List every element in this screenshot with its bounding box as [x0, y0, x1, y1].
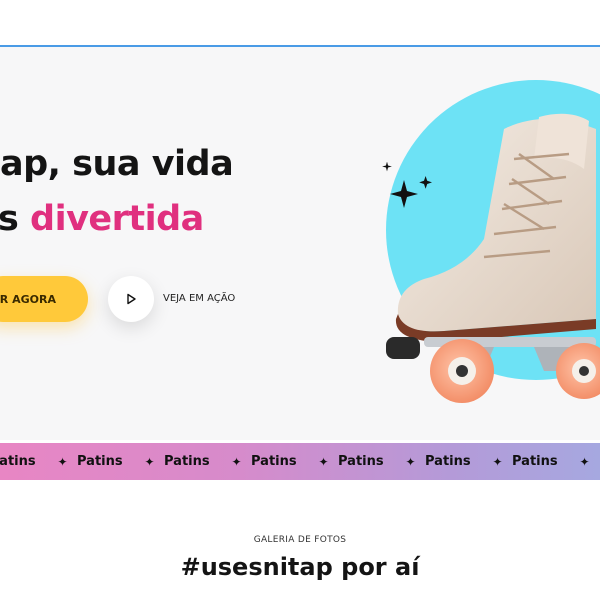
marquee-item: Patins ✦ — [77, 454, 164, 469]
marquee-word: Patins — [77, 454, 123, 469]
marquee-separator-icon: ✦ — [492, 454, 503, 469]
marquee-word: Patins — [512, 454, 558, 469]
marquee-item: Patins ✦ — [425, 454, 512, 469]
marquee-separator-icon: ✦ — [318, 454, 329, 469]
marquee-item: Patins ✦ — [338, 454, 425, 469]
page: ap, sua vida s divertida AR AGORA VEJA E… — [0, 0, 600, 600]
marquee-separator-icon: ✦ — [57, 454, 68, 469]
marquee-word: Patins — [251, 454, 297, 469]
marquee-item: Patins ✦ — [164, 454, 251, 469]
watch-video-button[interactable] — [108, 276, 154, 322]
play-icon — [127, 293, 136, 305]
hero-section: ap, sua vida s divertida AR AGORA VEJA E… — [0, 47, 600, 440]
shop-now-button[interactable]: AR AGORA — [0, 276, 88, 322]
hero-headline-prefix: s — [0, 199, 31, 239]
marquee-separator-icon: ✦ — [231, 454, 242, 469]
gallery-eyebrow: GALERIA DE FOTOS — [253, 535, 347, 545]
marquee-word: Patins — [425, 454, 471, 469]
marquee-track: Patins✦Patins✦Patins✦Patins✦Patins✦Patin… — [0, 443, 599, 480]
marquee-banner: Patins✦Patins✦Patins✦Patins✦Patins✦Patin… — [0, 443, 600, 480]
marquee-word: Patins — [0, 454, 36, 469]
hero-headline-line-1: ap, sua vida — [0, 144, 234, 184]
gallery-title: #usesnitap por aí — [180, 553, 420, 581]
marquee-separator-icon: ✦ — [144, 454, 155, 469]
marquee-item: Patins ✦ — [251, 454, 338, 469]
shop-now-label: AR AGORA — [0, 292, 56, 306]
marquee-separator-icon: ✦ — [405, 454, 416, 469]
roller-skate-icon — [386, 113, 600, 403]
marquee-item: Patins ✦ — [0, 454, 77, 469]
marquee-item: Patins ✦ — [512, 454, 599, 469]
marquee-word: Patins — [164, 454, 210, 469]
hero-headline-line-2: s divertida — [0, 202, 204, 237]
watch-video-label[interactable]: VEJA EM AÇÃO — [163, 293, 235, 304]
marquee-word: Patins — [338, 454, 384, 469]
marquee-separator-icon: ✦ — [579, 454, 590, 469]
hero-headline-accent: divertida — [30, 199, 204, 239]
